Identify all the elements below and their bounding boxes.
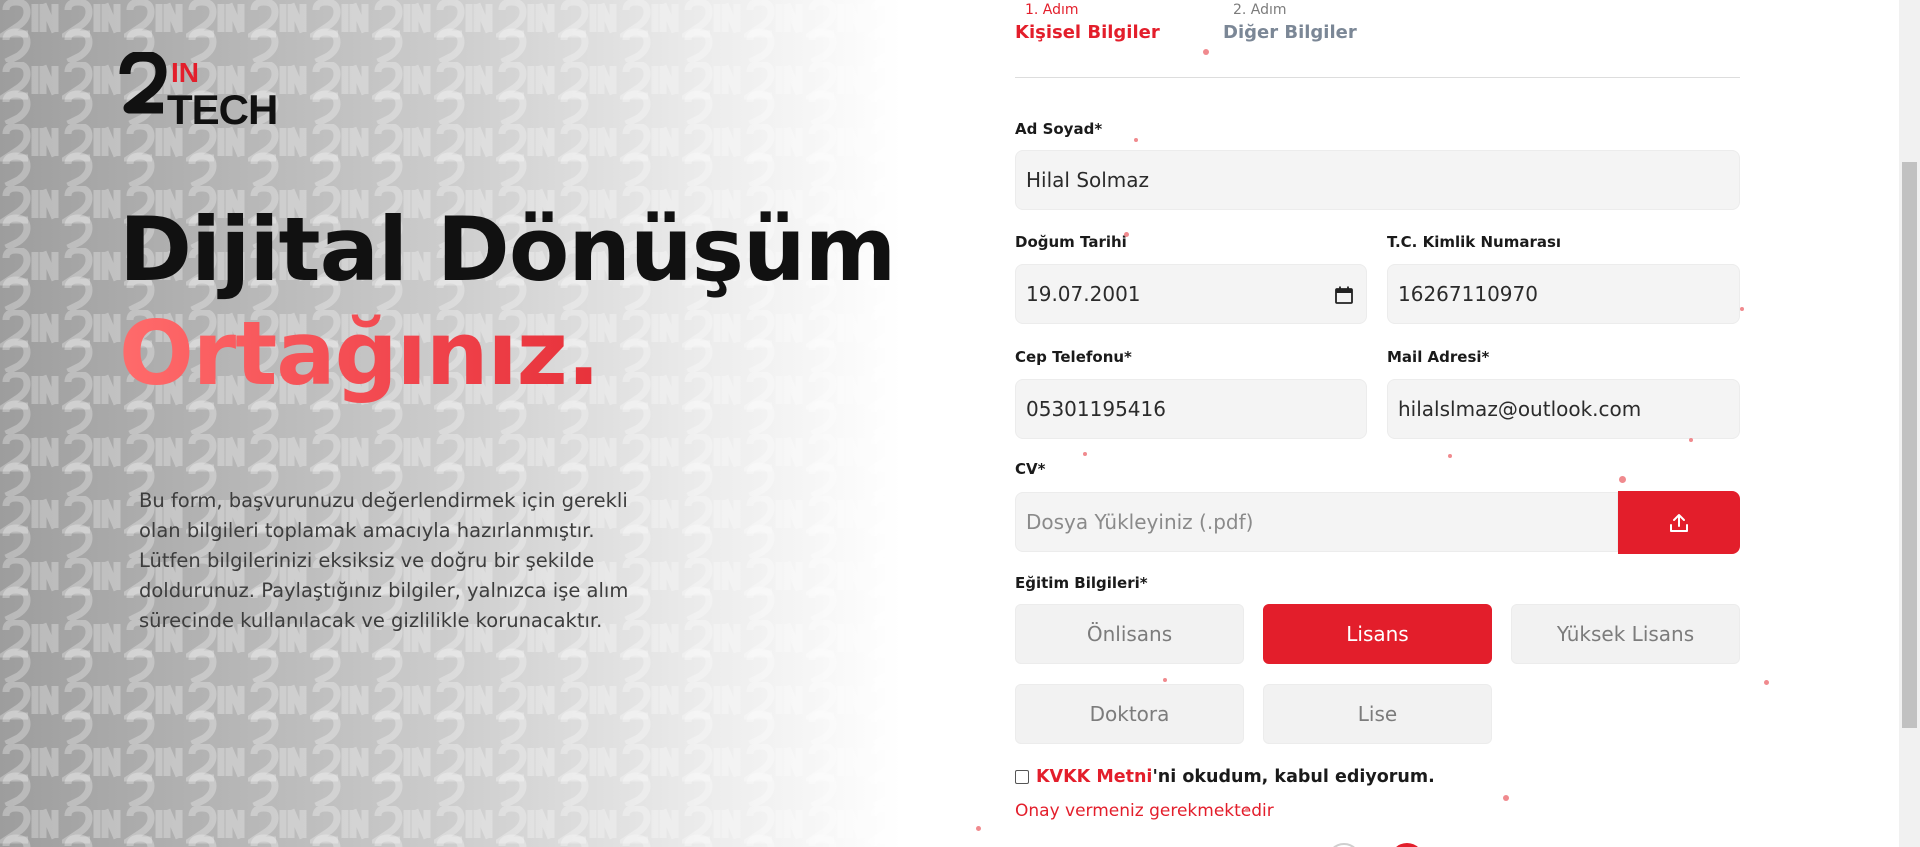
decorative-dot — [1503, 795, 1509, 801]
phone-label: Cep Telefonu* — [1015, 348, 1132, 366]
step-personal-info[interactable]: 1. Adım Kişisel Bilgiler — [1015, 0, 1160, 43]
calendar-icon[interactable] — [1334, 285, 1354, 305]
logo-in-text: IN — [171, 57, 199, 88]
step-indicator: 1. Adım Kişisel Bilgiler 2. Adım Diğer B… — [1015, 0, 1740, 79]
email-label: Mail Adresi* — [1387, 348, 1490, 366]
kvkk-text: 'ni okudum, kabul ediyorum. — [1152, 767, 1435, 787]
decorative-dot — [1163, 678, 1167, 682]
education-label: Eğitim Bilgileri* — [1015, 574, 1148, 592]
decorative-dot — [1203, 49, 1209, 55]
headline-line-1: Dijital Dönüşüm — [119, 198, 896, 301]
step-1-title: Kişisel Bilgiler — [1015, 22, 1160, 43]
education-option-onlisans[interactable]: Önlisans — [1015, 604, 1244, 664]
birthdate-input[interactable]: 19.07.2001 — [1015, 264, 1367, 324]
step-other-info[interactable]: 2. Adım Diğer Bilgiler — [1223, 0, 1357, 43]
decorative-dot — [1740, 307, 1744, 311]
decorative-dot — [1689, 438, 1693, 442]
decorative-dot — [1134, 138, 1138, 142]
decorative-dot — [1083, 452, 1087, 456]
tc-input[interactable]: 16267110970 — [1387, 264, 1740, 324]
name-label: Ad Soyad* — [1015, 120, 1103, 138]
education-option-yuksek-lisans[interactable]: Yüksek Lisans — [1511, 604, 1740, 664]
decorative-dot — [1124, 232, 1129, 237]
decorative-dot — [1764, 680, 1769, 685]
birthdate-value: 19.07.2001 — [1026, 282, 1141, 306]
upload-icon — [1670, 513, 1688, 532]
steps-divider — [1015, 77, 1740, 78]
email-input[interactable]: hilalslmaz@outlook.com — [1387, 379, 1740, 439]
kvkk-link[interactable]: KVKK Metni — [1036, 767, 1152, 787]
phone-input[interactable]: 05301195416 — [1015, 379, 1367, 439]
cv-label: CV* — [1015, 460, 1046, 478]
decorative-dot — [1448, 454, 1452, 458]
scrollbar-thumb[interactable] — [1902, 162, 1917, 728]
kvkk-checkbox[interactable] — [1015, 770, 1029, 784]
hero-headline: Dijital Dönüşüm Ortağınız. — [119, 198, 896, 406]
decorative-dot — [976, 826, 981, 831]
next-nav-button[interactable] — [1390, 843, 1424, 847]
tc-label: T.C. Kimlik Numarası — [1387, 233, 1562, 251]
name-input[interactable]: Hilal Solmaz — [1015, 150, 1740, 210]
education-option-lise[interactable]: Lise — [1263, 684, 1492, 744]
logo-tech-text: TECH — [167, 86, 277, 128]
decorative-dot — [1245, 808, 1249, 812]
cv-upload-button[interactable] — [1618, 491, 1740, 554]
step-2-title: Diğer Bilgiler — [1223, 22, 1357, 43]
kvkk-consent: KVKK Metni 'ni okudum, kabul ediyorum. — [1015, 767, 1435, 787]
cv-file-input[interactable]: Dosya Yükleyiniz (.pdf) — [1015, 492, 1618, 552]
application-form: 1. Adım Kişisel Bilgiler 2. Adım Diğer B… — [1015, 0, 1740, 847]
kvkk-error-message: Onay vermeniz gerekmektedir — [1015, 801, 1274, 821]
headline-line-2: Ortağınız. — [119, 302, 895, 406]
decorative-dot — [1619, 476, 1626, 483]
prev-nav-button[interactable] — [1327, 843, 1361, 847]
page-scrollbar[interactable] — [1899, 0, 1920, 847]
education-option-doktora[interactable]: Doktora — [1015, 684, 1244, 744]
education-option-lisans[interactable]: Lisans — [1263, 604, 1492, 664]
company-logo[interactable]: IN TECH — [119, 52, 304, 128]
step-2-number: 2. Adım — [1233, 2, 1287, 18]
step-1-number: 1. Adım — [1025, 2, 1079, 18]
birthdate-label: Doğum Tarihi — [1015, 233, 1127, 251]
hero-panel: IN TECH Dijital Dönüşüm Ortağınız. Bu fo… — [0, 0, 980, 847]
hero-description: Bu form, başvurunuzu değerlendirmek için… — [139, 489, 629, 632]
